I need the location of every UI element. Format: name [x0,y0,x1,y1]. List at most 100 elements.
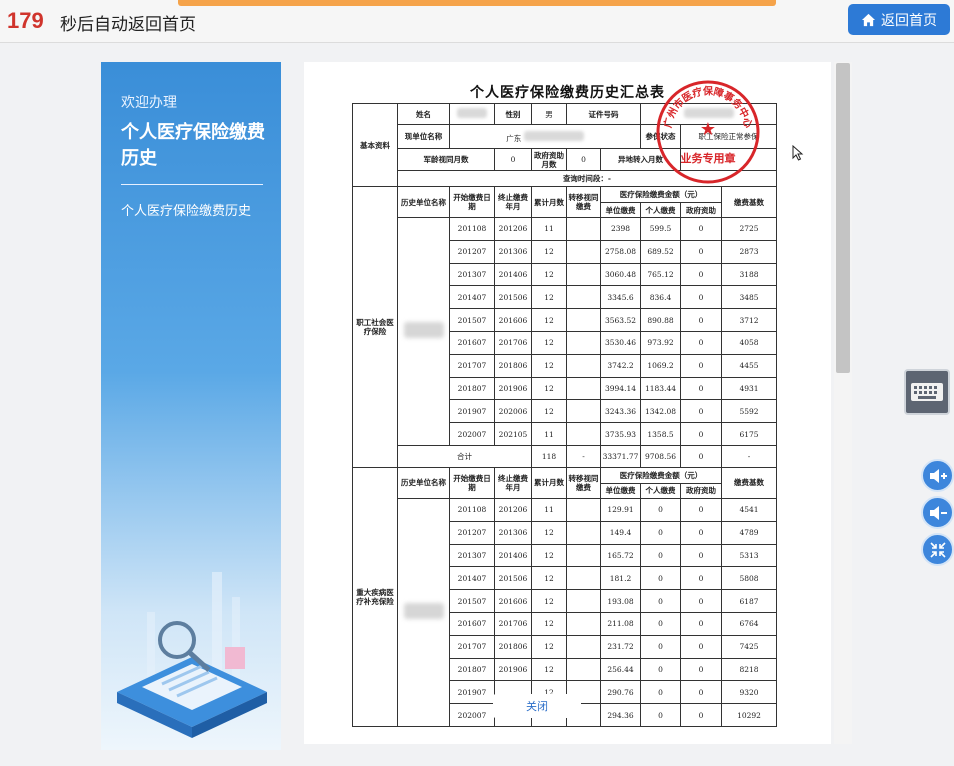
transfer-value [566,239,601,264]
months: 12 [531,634,567,659]
keyboard-button[interactable] [904,369,950,415]
header-base: 缴费基数 [721,186,777,218]
personal-pay: 0 [640,497,681,522]
transfer-value [566,497,601,522]
unit-pay: 231.72 [600,634,641,659]
report-viewer: 个人医疗保险缴费历史汇总表 基本资料 姓名 性别 男 证件号码 现单位名称 广东… [304,62,831,744]
payment-base: 5313 [721,543,777,568]
gov-aid: 0 [680,353,722,378]
section-label: 职工社会医疗保险 [352,186,398,468]
personal-pay: 0 [640,703,681,727]
keyboard-icon [911,383,943,401]
gov-aid: 0 [680,262,722,287]
header-unit-pay: 单位缴费 [600,202,641,218]
gender-label: 性别 [494,103,532,125]
gov-aid: 0 [680,634,722,659]
start-date: 201807 [449,657,495,682]
start-date: 201607 [449,611,495,636]
months: 12 [531,239,567,264]
payment-base: 7425 [721,634,777,659]
unit-pay: 3994.14 [600,376,641,401]
end-date: 201906 [494,376,532,401]
start-date: 201707 [449,353,495,378]
start-date: 201907 [449,680,495,705]
end-date: 201606 [494,589,532,613]
unit-pay: 3735.93 [600,422,641,446]
personal-pay: 836.4 [640,285,681,310]
start-date: 201507 [449,308,495,332]
return-home-button[interactable]: 返回首页 [848,4,950,35]
unit-pay: 3530.46 [600,330,641,355]
months: 12 [531,376,567,401]
sidebar-item-history[interactable]: 个人医疗保险缴费历史 [121,200,251,219]
start-date: 201407 [449,285,495,310]
unit-pay: 181.2 [600,566,641,591]
unit-pay: 3060.48 [600,262,641,287]
end-date: 201506 [494,285,532,310]
unit-pay: 294.36 [600,703,641,727]
start-date: 201307 [449,262,495,287]
payment-base: 2873 [721,239,777,264]
months: 12 [531,566,567,591]
gov-aid: 0 [680,543,722,568]
transfer-value [566,376,601,401]
transfer-value [566,589,601,613]
unit-pay: 193.08 [600,589,641,613]
start-date: 201807 [449,376,495,401]
transfer-value [566,657,601,682]
employer-label: 现单位名称 [397,124,450,149]
collapse-button[interactable] [921,533,954,566]
end-date: 201406 [494,543,532,568]
header-amount-group: 医疗保险缴费金额（元） [600,466,722,484]
official-stamp: 广州市医疗保障事务中心 ★ 业务专用章 [656,80,760,184]
countdown-number: 179 [7,8,44,33]
transfer-value [566,285,601,310]
transfer-value [566,520,601,545]
personal-pay: 0 [640,543,681,568]
transfer-value [566,566,601,591]
personal-pay: 1183.44 [640,376,681,401]
countdown-label: 秒后自动返回首页 [60,15,196,35]
payment-base: 9320 [721,680,777,705]
months: 12 [531,308,567,332]
end-date: 201606 [494,308,532,332]
personal-pay: 890.88 [640,308,681,332]
start-date: 201207 [449,520,495,545]
unit-pay: 149.4 [600,520,641,545]
end-date: 201706 [494,330,532,355]
gov-aid: 0 [680,680,722,705]
end-date: 201206 [494,497,532,522]
unit-pay: 3345.6 [600,285,641,310]
header-end: 终止缴费年月 [494,466,532,499]
payment-base: 3712 [721,308,777,332]
header-transfer: 转移视同缴费 [566,186,601,218]
volume-up-button[interactable] [921,459,954,492]
name-value [449,103,495,125]
report-scrollbar-thumb[interactable] [836,63,850,373]
personal-pay: 973.92 [640,330,681,355]
months: 12 [531,285,567,310]
months: 11 [531,422,567,446]
close-button[interactable]: 关闭 [493,694,581,718]
months: 11 [531,497,567,522]
start-date: 201108 [449,217,495,241]
total-months: 118 [531,444,567,468]
volume-down-button[interactable] [921,496,954,529]
payment-base: 3485 [721,285,777,310]
personal-pay: 599.5 [640,217,681,241]
home-icon [861,13,876,26]
header-amount-group: 医疗保险缴费金额（元） [600,186,722,203]
header-start: 开始缴费日期 [449,186,495,218]
payment-base: 8218 [721,657,777,682]
volume-down-icon [929,505,947,520]
start-date: 201307 [449,543,495,568]
personal-pay: 765.12 [640,262,681,287]
personal-pay: 1358.5 [640,422,681,446]
unit-pay: 256.44 [600,657,641,682]
personal-pay: 0 [640,611,681,636]
start-date: 201507 [449,589,495,613]
collapse-icon [929,541,946,558]
table-row: 201108 201206 11 129.91 0 0 4541 [353,497,777,727]
start-date: 201607 [449,330,495,355]
end-date: 202006 [494,399,532,424]
